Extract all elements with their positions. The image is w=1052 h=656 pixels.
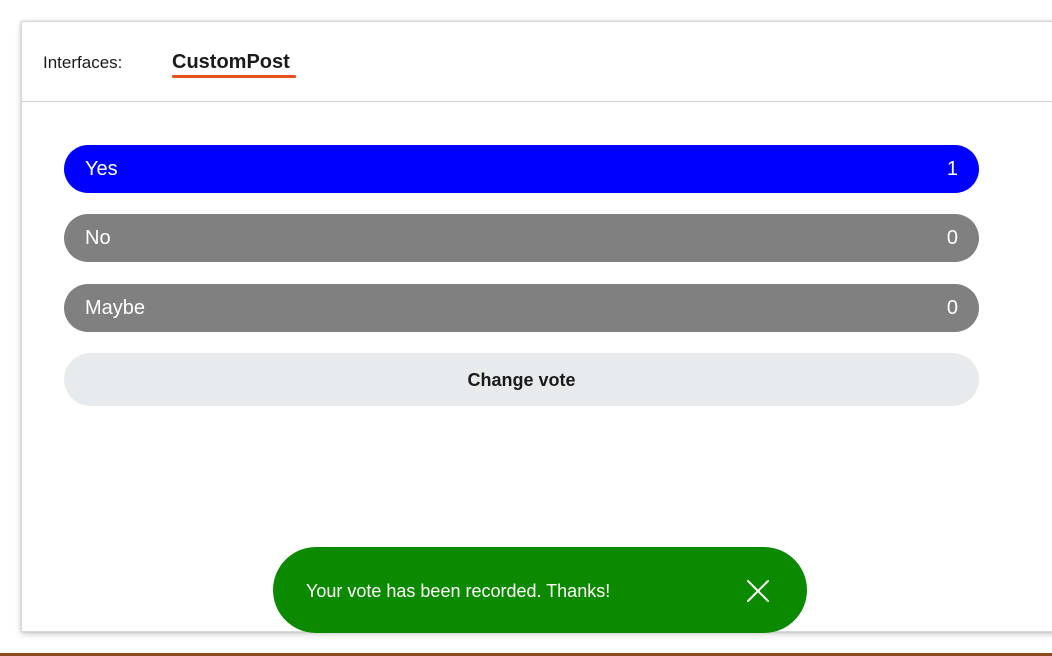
poll-option-no[interactable]: No 0: [64, 214, 979, 262]
change-vote-button[interactable]: Change vote: [64, 353, 979, 406]
poll-option-count: 0: [946, 297, 958, 319]
interfaces-label: Interfaces:: [43, 53, 123, 72]
app-panel: Interfaces: CustomPost Yes 1 No 0 Maybe …: [21, 21, 1052, 632]
poll-option-count: 0: [946, 227, 958, 249]
tab-custompost[interactable]: CustomPost: [172, 50, 290, 74]
poll-option-count: 1: [946, 158, 958, 180]
poll-option-yes[interactable]: Yes 1: [64, 145, 979, 193]
poll-option-label: Maybe: [85, 297, 146, 319]
poll-option-maybe[interactable]: Maybe 0: [64, 284, 979, 332]
panel-header: Interfaces: CustomPost: [22, 22, 1052, 102]
toast-message: Your vote has been recorded. Thanks!: [306, 581, 611, 601]
vote-recorded-toast: Your vote has been recorded. Thanks!: [273, 547, 807, 633]
poll-option-label: No: [85, 227, 111, 249]
poll-option-label: Yes: [85, 158, 118, 180]
close-icon[interactable]: [744, 577, 772, 605]
active-tab-underline: [172, 75, 296, 78]
